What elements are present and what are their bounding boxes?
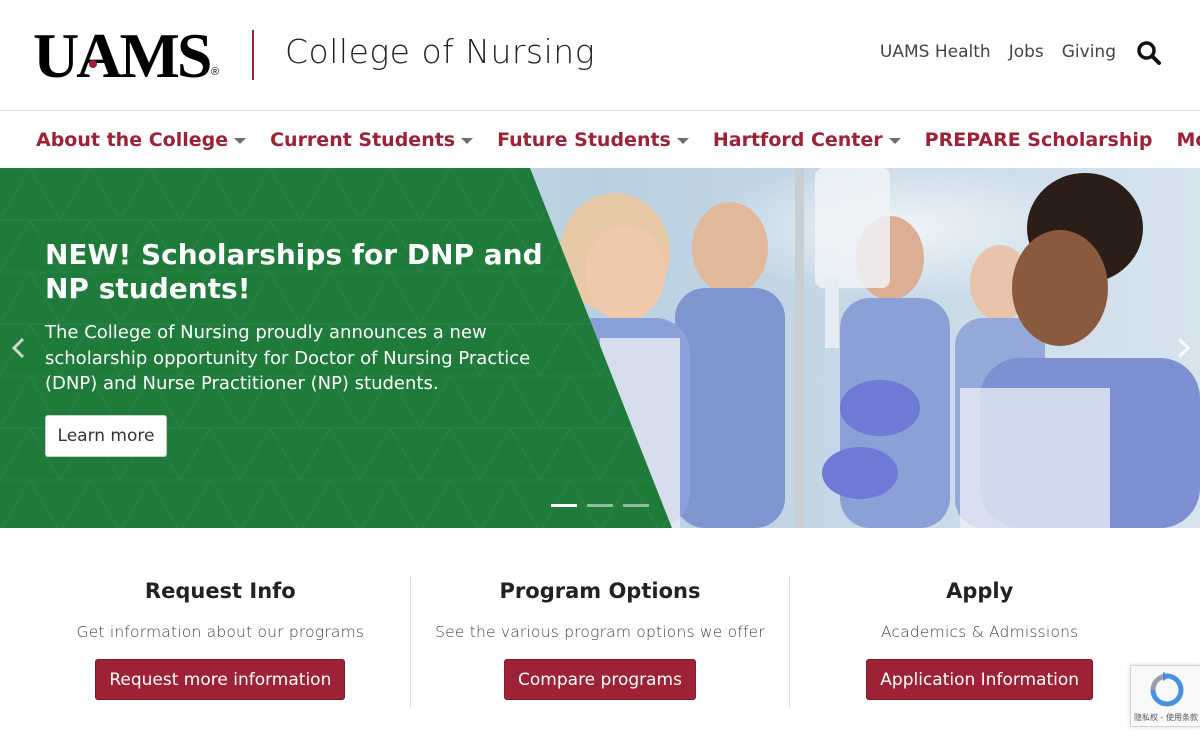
card-text: See the various program options we offer bbox=[435, 623, 765, 641]
nav-item-future-students[interactable]: Future Students bbox=[497, 129, 689, 151]
card-apply: Apply Academics & Admissions Application… bbox=[789, 577, 1169, 707]
carousel-prev-icon[interactable] bbox=[9, 336, 29, 360]
caret-down-icon bbox=[888, 137, 901, 144]
compare-programs-button[interactable]: Compare programs bbox=[504, 659, 696, 700]
card-title: Request Info bbox=[144, 579, 296, 603]
utility-nav: UAMS Health Jobs Giving bbox=[880, 42, 1116, 62]
card-title: Program Options bbox=[499, 579, 701, 603]
college-name[interactable]: College of Nursing bbox=[285, 32, 595, 71]
nav-item-label: About the College bbox=[36, 128, 229, 151]
logo-dot bbox=[89, 60, 97, 68]
utility-link-giving[interactable]: Giving bbox=[1062, 42, 1116, 62]
caret-down-icon bbox=[234, 137, 247, 144]
recaptcha-icon bbox=[1150, 672, 1184, 707]
hero-title: NEW! Scholarships for DNP and NP student… bbox=[45, 238, 543, 305]
caret-down-icon bbox=[676, 137, 689, 144]
caret-down-icon bbox=[461, 137, 474, 144]
nav-item-current-students[interactable]: Current Students bbox=[270, 128, 474, 151]
carousel-indicator-2[interactable] bbox=[587, 504, 613, 507]
recaptcha-label[interactable]: 隐私权 - 使用条款 bbox=[1131, 712, 1200, 723]
utility-link-uams-health[interactable]: UAMS Health bbox=[880, 42, 991, 62]
nav-item-label: PREPARE Scholarship bbox=[924, 128, 1153, 151]
carousel-indicator-1[interactable] bbox=[551, 504, 577, 507]
nav-item-more[interactable]: More bbox=[1176, 129, 1200, 151]
nav-item-label: Current Students bbox=[270, 128, 456, 151]
nav-item-hartford-center[interactable]: Hartford Center bbox=[713, 129, 901, 151]
logo-registered-mark: ® bbox=[211, 66, 220, 78]
uams-logo[interactable]: UAMS bbox=[33, 20, 212, 91]
nav-item-about-the-college[interactable]: About the College bbox=[36, 128, 247, 151]
recaptcha-badge[interactable]: 隐私权 - 使用条款 bbox=[1130, 665, 1200, 727]
card-text: Academics & Admissions bbox=[880, 623, 1079, 641]
search-icon[interactable] bbox=[1136, 40, 1162, 66]
hero-body: The College of Nursing proudly announces… bbox=[45, 322, 531, 394]
card-title: Apply bbox=[946, 579, 1014, 603]
cta-cards: Request Info Get information about our p… bbox=[31, 577, 1169, 707]
main-nav: About the College Current Students Futur… bbox=[0, 111, 1200, 168]
nav-item-label: Hartford Center bbox=[712, 128, 883, 151]
request-more-information-button[interactable]: Request more information bbox=[95, 659, 346, 700]
learn-more-button[interactable]: Learn more bbox=[45, 415, 167, 457]
nav-item-label: Future Students bbox=[497, 128, 671, 151]
header-divider bbox=[252, 30, 254, 80]
nav-item-label: More bbox=[1176, 128, 1200, 151]
site-header: UAMS ® College of Nursing UAMS Health Jo… bbox=[0, 0, 1200, 111]
hero-carousel: NEW! Scholarships for DNP and NP student… bbox=[0, 168, 1200, 528]
utility-link-jobs[interactable]: Jobs bbox=[1009, 42, 1044, 62]
card-program-options: Program Options See the various program … bbox=[409, 577, 790, 707]
carousel-indicators bbox=[551, 504, 649, 507]
carousel-next-icon[interactable] bbox=[1173, 336, 1193, 360]
application-information-button[interactable]: Application Information bbox=[866, 659, 1094, 700]
card-request-info: Request Info Get information about our p… bbox=[31, 577, 410, 707]
card-text: Get information about our programs bbox=[76, 623, 365, 641]
logo-text: UAMS bbox=[33, 20, 212, 91]
carousel-indicator-3[interactable] bbox=[623, 504, 649, 507]
nav-item-prepare-scholarship[interactable]: PREPARE Scholarship bbox=[925, 129, 1153, 151]
